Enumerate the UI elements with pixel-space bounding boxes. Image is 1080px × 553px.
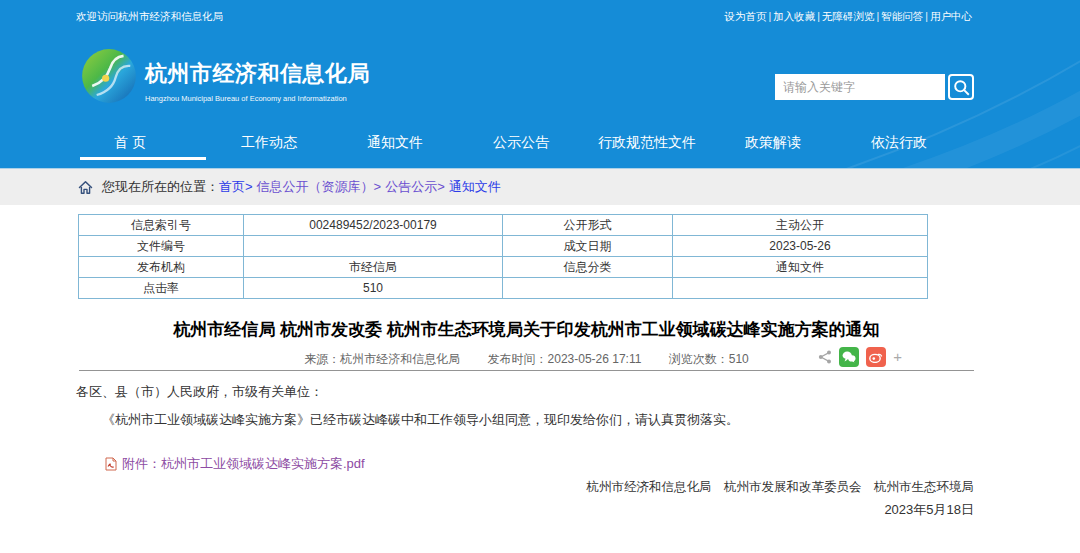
info-label-issue-date: 成文日期 [503, 236, 673, 257]
info-label-info-category: 信息分类 [503, 257, 673, 278]
search-button[interactable] [948, 74, 974, 100]
article-meta: 来源：杭州市经济和信息化局 发布时间：2023-05-26 17:11 浏览次数… [79, 351, 974, 367]
site-title: 杭州市经济和信息化局 [145, 59, 370, 89]
topbar-separator: | [925, 10, 928, 22]
nav-item-home[interactable]: 首 页 [80, 128, 206, 160]
table-row: 信息索引号 002489452/2023-00179 公开形式 主动公开 [79, 215, 928, 236]
info-value-click-count: 510 [244, 278, 503, 299]
info-value-issue-date: 2023-05-26 [673, 236, 928, 257]
info-value-index-number: 002489452/2023-00179 [244, 215, 503, 236]
nav-item-policy-interpretation[interactable]: 政策解读 [710, 128, 836, 160]
document-info-table: 信息索引号 002489452/2023-00179 公开形式 主动公开 文件编… [78, 214, 928, 299]
topbar-separator: | [877, 10, 880, 22]
nav-item-notice-files[interactable]: 通知文件 [332, 128, 458, 160]
signing-agencies: 杭州市经济和信息化局 杭州市发展和改革委员会 杭州市生态环境局 [79, 480, 974, 495]
info-value-empty [673, 278, 928, 299]
breadcrumb-link-announcements[interactable]: 公告公示> [385, 178, 445, 196]
breadcrumb-link-notice-files[interactable]: 通知文件 [449, 178, 501, 196]
article-title: 杭州市经信局 杭州市发改委 杭州市生态环境局关于印发杭州市工业领域碳达峰实施方案… [79, 319, 974, 341]
brand-text: 杭州市经济和信息化局 Hangzhou Municipal Bureau of … [145, 59, 370, 103]
share-weibo-icon[interactable] [866, 347, 886, 367]
info-label-disclosure-form: 公开形式 [503, 215, 673, 236]
article-paragraph-salutation: 各区、县（市）人民政府，市级有关单位： [76, 384, 974, 399]
article-view-count: 浏览次数：510 [669, 352, 749, 366]
main-content: 信息索引号 002489452/2023-00179 公开形式 主动公开 文件编… [0, 214, 1080, 517]
search-input[interactable] [775, 74, 945, 100]
info-value-issuing-agency: 市经信局 [244, 257, 503, 278]
topbar-link-accessibility[interactable]: 无障碍浏览 [822, 10, 875, 22]
home-icon[interactable] [78, 180, 93, 195]
topbar-link-set-home[interactable]: 设为首页 [725, 10, 767, 22]
info-value-info-category: 通知文件 [673, 257, 928, 278]
title-divider [79, 370, 974, 371]
share-more-icon[interactable]: + [893, 347, 902, 367]
topbar-links: 设为首页|加入收藏|无障碍浏览|智能问答|用户中心 [725, 10, 972, 24]
table-row: 文件编号 成文日期 2023-05-26 [79, 236, 928, 257]
topbar-link-user-center[interactable]: 用户中心 [930, 10, 972, 22]
table-row: 点击率 510 [79, 278, 928, 299]
document-date: 2023年5月18日 [79, 502, 974, 517]
share-wechat-icon[interactable] [839, 347, 859, 367]
attachment-link-text: 附件：杭州市工业领域碳达峰实施方案.pdf [122, 455, 365, 473]
nav-item-law-administration[interactable]: 依法行政 [836, 128, 962, 160]
topbar-separator: | [817, 10, 820, 22]
table-row: 发布机构 市经信局 信息分类 通知文件 [79, 257, 928, 278]
info-label-click-count: 点击率 [79, 278, 244, 299]
info-label-empty [503, 278, 673, 299]
site-title-english: Hangzhou Municipal Bureau of Economy and… [145, 94, 370, 103]
topbar-link-favorite[interactable]: 加入收藏 [773, 10, 815, 22]
topbar-link-smart-qa[interactable]: 智能问答 [881, 10, 923, 22]
breadcrumb-link-home[interactable]: 首页> [219, 178, 253, 196]
article-source: 来源：杭州市经济和信息化局 [304, 352, 460, 366]
info-value-disclosure-form: 主动公开 [673, 215, 928, 236]
share-icon[interactable] [818, 350, 832, 364]
nav-item-regulatory-files[interactable]: 行政规范性文件 [584, 128, 710, 160]
info-label-index-number: 信息索引号 [79, 215, 244, 236]
bureau-logo [81, 48, 137, 104]
nav-item-announcements[interactable]: 公示公告 [458, 128, 584, 160]
info-label-document-number: 文件编号 [79, 236, 244, 257]
pdf-icon [105, 457, 117, 471]
article: 杭州市经信局 杭州市发改委 杭州市生态环境局关于印发杭州市工业领域碳达峰实施方案… [79, 319, 974, 517]
share-toolbar: + [811, 347, 902, 367]
breadcrumb-label: 您现在所在的位置： [102, 178, 219, 196]
breadcrumb: 您现在所在的位置： 首页> 信息公开（资源库）> 公告公示> 通知文件 [0, 169, 1080, 205]
main-nav: 首 页 工作动态 通知文件 公示公告 行政规范性文件 政策解读 依法行政 [80, 128, 962, 160]
article-publish-time: 发布时间：2023-05-26 17:11 [488, 352, 642, 366]
info-value-document-number [244, 236, 503, 257]
nav-item-work-news[interactable]: 工作动态 [206, 128, 332, 160]
search-icon [953, 79, 970, 96]
site-header: 欢迎访问杭州市经济和信息化局 设为首页|加入收藏|无障碍浏览|智能问答|用户中心… [0, 0, 1080, 169]
welcome-text: 欢迎访问杭州市经济和信息化局 [76, 10, 223, 24]
info-label-issuing-agency: 发布机构 [79, 257, 244, 278]
breadcrumb-link-info-disclosure[interactable]: 信息公开（资源库）> [257, 178, 382, 196]
topbar-separator: | [769, 10, 772, 22]
article-paragraph-body: 《杭州市工业领域碳达峰实施方案》已经市碳达峰碳中和工作领导小组同意，现印发给你们… [76, 412, 974, 427]
attachment-link[interactable]: 附件：杭州市工业领域碳达峰实施方案.pdf [105, 455, 974, 473]
